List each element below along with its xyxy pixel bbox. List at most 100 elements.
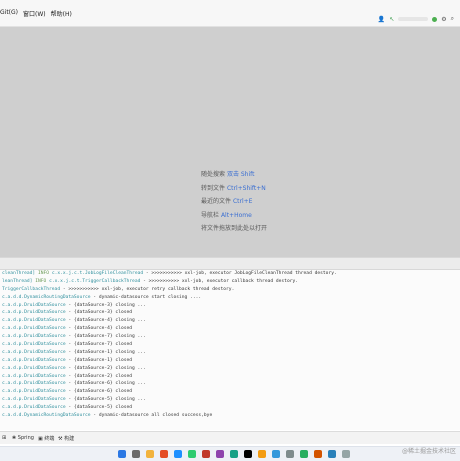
- log-thread: cleanThread]: [2, 271, 36, 276]
- log-message: - {dataSource-5} closed: [65, 405, 133, 411]
- log-line: c.a.d.p.DruidDataSource - {dataSource-2}…: [0, 373, 460, 381]
- log-class: TriggerCallbackThread: [2, 286, 61, 292]
- log-message: - {dataSource-6} closing ...: [65, 381, 146, 387]
- log-line: c.a.d.p.DruidDataSource - {dataSource-6}…: [0, 380, 460, 388]
- app-icon-green[interactable]: [300, 450, 308, 458]
- tab-build[interactable]: ⚒ 构建: [58, 435, 74, 442]
- log-line: c.a.d.p.DruidDataSource - {dataSource-5}…: [0, 396, 460, 404]
- app-icon-gray[interactable]: [286, 450, 294, 458]
- os-taskbar: [0, 446, 460, 461]
- log-line: c.a.d.p.DruidDataSource - {dataSource-6}…: [0, 388, 460, 396]
- menu-items: Git(G) 窗口(W) 帮助(H): [0, 9, 72, 18]
- debug-icon[interactable]: ⚙: [441, 16, 446, 23]
- log-message: - >>>>>>>>>>> xxl-job, executor JobLogFi…: [143, 271, 337, 276]
- search-icon[interactable]: ⌕: [451, 15, 454, 23]
- log-class: c.x.x.j.c.t.JobLogFileCleanThread: [51, 271, 144, 276]
- log-class: c.a.d.p.DruidDataSource: [2, 405, 66, 411]
- run-config-selector[interactable]: [398, 17, 429, 21]
- log-message: - {dataSource-3} closed: [65, 310, 133, 316]
- log-message: - >>>>>>>>>>> xxl-job, executor retry ca…: [60, 286, 235, 292]
- log-class: c.a.d.p.DruidDataSource: [2, 357, 66, 363]
- folder-icon[interactable]: [146, 450, 154, 458]
- app-icon-brown[interactable]: [314, 450, 322, 458]
- run-icon[interactable]: [432, 16, 438, 22]
- log-line: c.a.d.p.DruidDataSource - {dataSource-4}…: [0, 325, 460, 333]
- bottom-tool-tabs: ⊞ ❀ Spring ▣ 终端 ⚒ 构建: [0, 431, 460, 444]
- log-class: c.a.d.p.DruidDataSource: [2, 373, 66, 379]
- app-icon-teal[interactable]: [230, 450, 238, 458]
- wechat-icon[interactable]: [188, 450, 196, 458]
- hint-recent-files: 最近的文件 Ctrl+E: [201, 198, 253, 205]
- log-class: c.a.d.p.DruidDataSource: [2, 397, 66, 403]
- hint-navigation-bar: 导航栏 Alt+Home: [201, 211, 252, 219]
- log-message: - dynamic-datasource start closing ....: [90, 294, 202, 300]
- tab-terminal[interactable]: ▣ 终端: [38, 435, 54, 442]
- log-line: c.a.d.p.DruidDataSource - {dataSource-1}…: [0, 357, 460, 365]
- log-message: - {dataSource-3} closing ...: [65, 302, 146, 308]
- log-line: c.a.d.p.DruidDataSource - {dataSource-5}…: [0, 404, 460, 412]
- log-message: - {dataSource-7} closed: [65, 342, 133, 348]
- log-message: - {dataSource-1} closed: [65, 357, 133, 363]
- vcs-icon[interactable]: ↖: [389, 16, 394, 23]
- log-message: - dynamic-datasource all closed success,…: [90, 413, 213, 419]
- menu-help[interactable]: 帮助(H): [51, 9, 72, 18]
- log-message: - {dataSource-7} closing ...: [65, 334, 146, 340]
- log-class: c.x.x.j.c.t.TriggerCallbackThread: [49, 278, 141, 284]
- log-message: - {dataSource-2} closing ...: [65, 365, 146, 371]
- log-class: c.a.d.p.DruidDataSource: [2, 326, 66, 332]
- app-icon-navy[interactable]: [328, 450, 336, 458]
- start-icon[interactable]: [118, 450, 126, 458]
- hint-search-everywhere: 随处搜索 双击 Shift: [201, 171, 255, 178]
- log-class: c.a.d.p.DruidDataSource: [2, 349, 66, 355]
- log-class: c.a.d.d.DynamicRoutingDataSource: [2, 294, 91, 300]
- user-icon[interactable]: 👤: [378, 16, 385, 23]
- log-class: c.a.d.p.DruidDataSource: [2, 302, 66, 308]
- log-message: - >>>>>>>>>>> xxl-job, executor callback…: [140, 278, 299, 284]
- log-class: c.a.d.d.DynamicRoutingDataSource: [2, 413, 91, 419]
- menu-window[interactable]: 窗口(W): [23, 9, 46, 18]
- log-line: c.a.d.p.DruidDataSource - {dataSource-1}…: [0, 349, 460, 357]
- editor-empty-area[interactable]: 随处搜索 双击 Shift 转到文件 Ctrl+Shift+N 最近的文件 Ct…: [0, 27, 460, 257]
- log-level: INFO: [37, 271, 50, 276]
- log-line: c.a.d.p.DruidDataSource - {dataSource-4}…: [0, 317, 460, 325]
- log-line: c.a.d.p.DruidDataSource - {dataSource-3}…: [0, 309, 460, 317]
- watermark: @稀土掘金技术社区: [401, 448, 456, 455]
- log-message: - {dataSource-1} closing ...: [65, 349, 146, 355]
- log-class: c.a.d.p.DruidDataSource: [2, 318, 66, 324]
- log-class: c.a.d.p.DruidDataSource: [2, 342, 66, 348]
- toolbar-right: 👤 ↖ ⚙ ⌕: [378, 15, 454, 23]
- tab-services-icon[interactable]: ⊞: [2, 435, 6, 441]
- log-line: c.a.d.p.DruidDataSource - {dataSource-7}…: [0, 333, 460, 341]
- tab-spring[interactable]: ❀ Spring: [12, 435, 34, 441]
- browser-icon[interactable]: [160, 450, 168, 458]
- hint-drop-files: 将文件拖放到此处以打开: [201, 225, 268, 232]
- log-message: - {dataSource-6} closed: [65, 389, 133, 395]
- log-level: INFO: [35, 278, 47, 284]
- log-line: c.a.d.d.DynamicRoutingDataSource - dynam…: [0, 294, 460, 302]
- log-message: - {dataSource-5} closing ...: [65, 397, 146, 403]
- log-class: c.a.d.p.DruidDataSource: [2, 381, 66, 387]
- log-line: c.a.d.p.DruidDataSource - {dataSource-3}…: [0, 302, 460, 310]
- log-class: c.a.d.p.DruidDataSource: [2, 334, 66, 340]
- log-class: c.a.d.p.DruidDataSource: [2, 310, 66, 316]
- log-thread: leanThread]: [2, 278, 33, 284]
- log-class: c.a.d.p.DruidDataSource: [2, 365, 66, 371]
- app-icon-silver[interactable]: [342, 450, 350, 458]
- run-console[interactable]: cleanThread] INFO c.x.x.j.c.t.JobLogFile…: [0, 270, 460, 430]
- app-icon-purple[interactable]: [216, 450, 224, 458]
- log-line: cleanThread] INFO c.x.x.j.c.t.JobLogFile…: [0, 270, 460, 278]
- hint-goto-file: 转到文件 Ctrl+Shift+N: [201, 184, 266, 192]
- log-line: TriggerCallbackThread - >>>>>>>>>>> xxl-…: [0, 286, 460, 294]
- log-message: - {dataSource-4} closed: [65, 326, 133, 332]
- log-line: c.a.d.p.DruidDataSource - {dataSource-7}…: [0, 341, 460, 349]
- search-taskbar-icon[interactable]: [132, 450, 140, 458]
- app-icon-blue[interactable]: [272, 450, 280, 458]
- app-icon-red[interactable]: [202, 450, 210, 458]
- menu-bar: Git(G) 窗口(W) 帮助(H) 👤 ↖ ⚙ ⌕: [0, 0, 460, 27]
- menu-git[interactable]: Git(G): [0, 9, 18, 18]
- log-line: c.a.d.d.DynamicRoutingDataSource - dynam…: [0, 412, 460, 420]
- app-icon-orange[interactable]: [258, 450, 266, 458]
- intellij-icon[interactable]: [244, 450, 252, 458]
- tool-window-header: [0, 257, 460, 270]
- edge-icon[interactable]: [174, 450, 182, 458]
